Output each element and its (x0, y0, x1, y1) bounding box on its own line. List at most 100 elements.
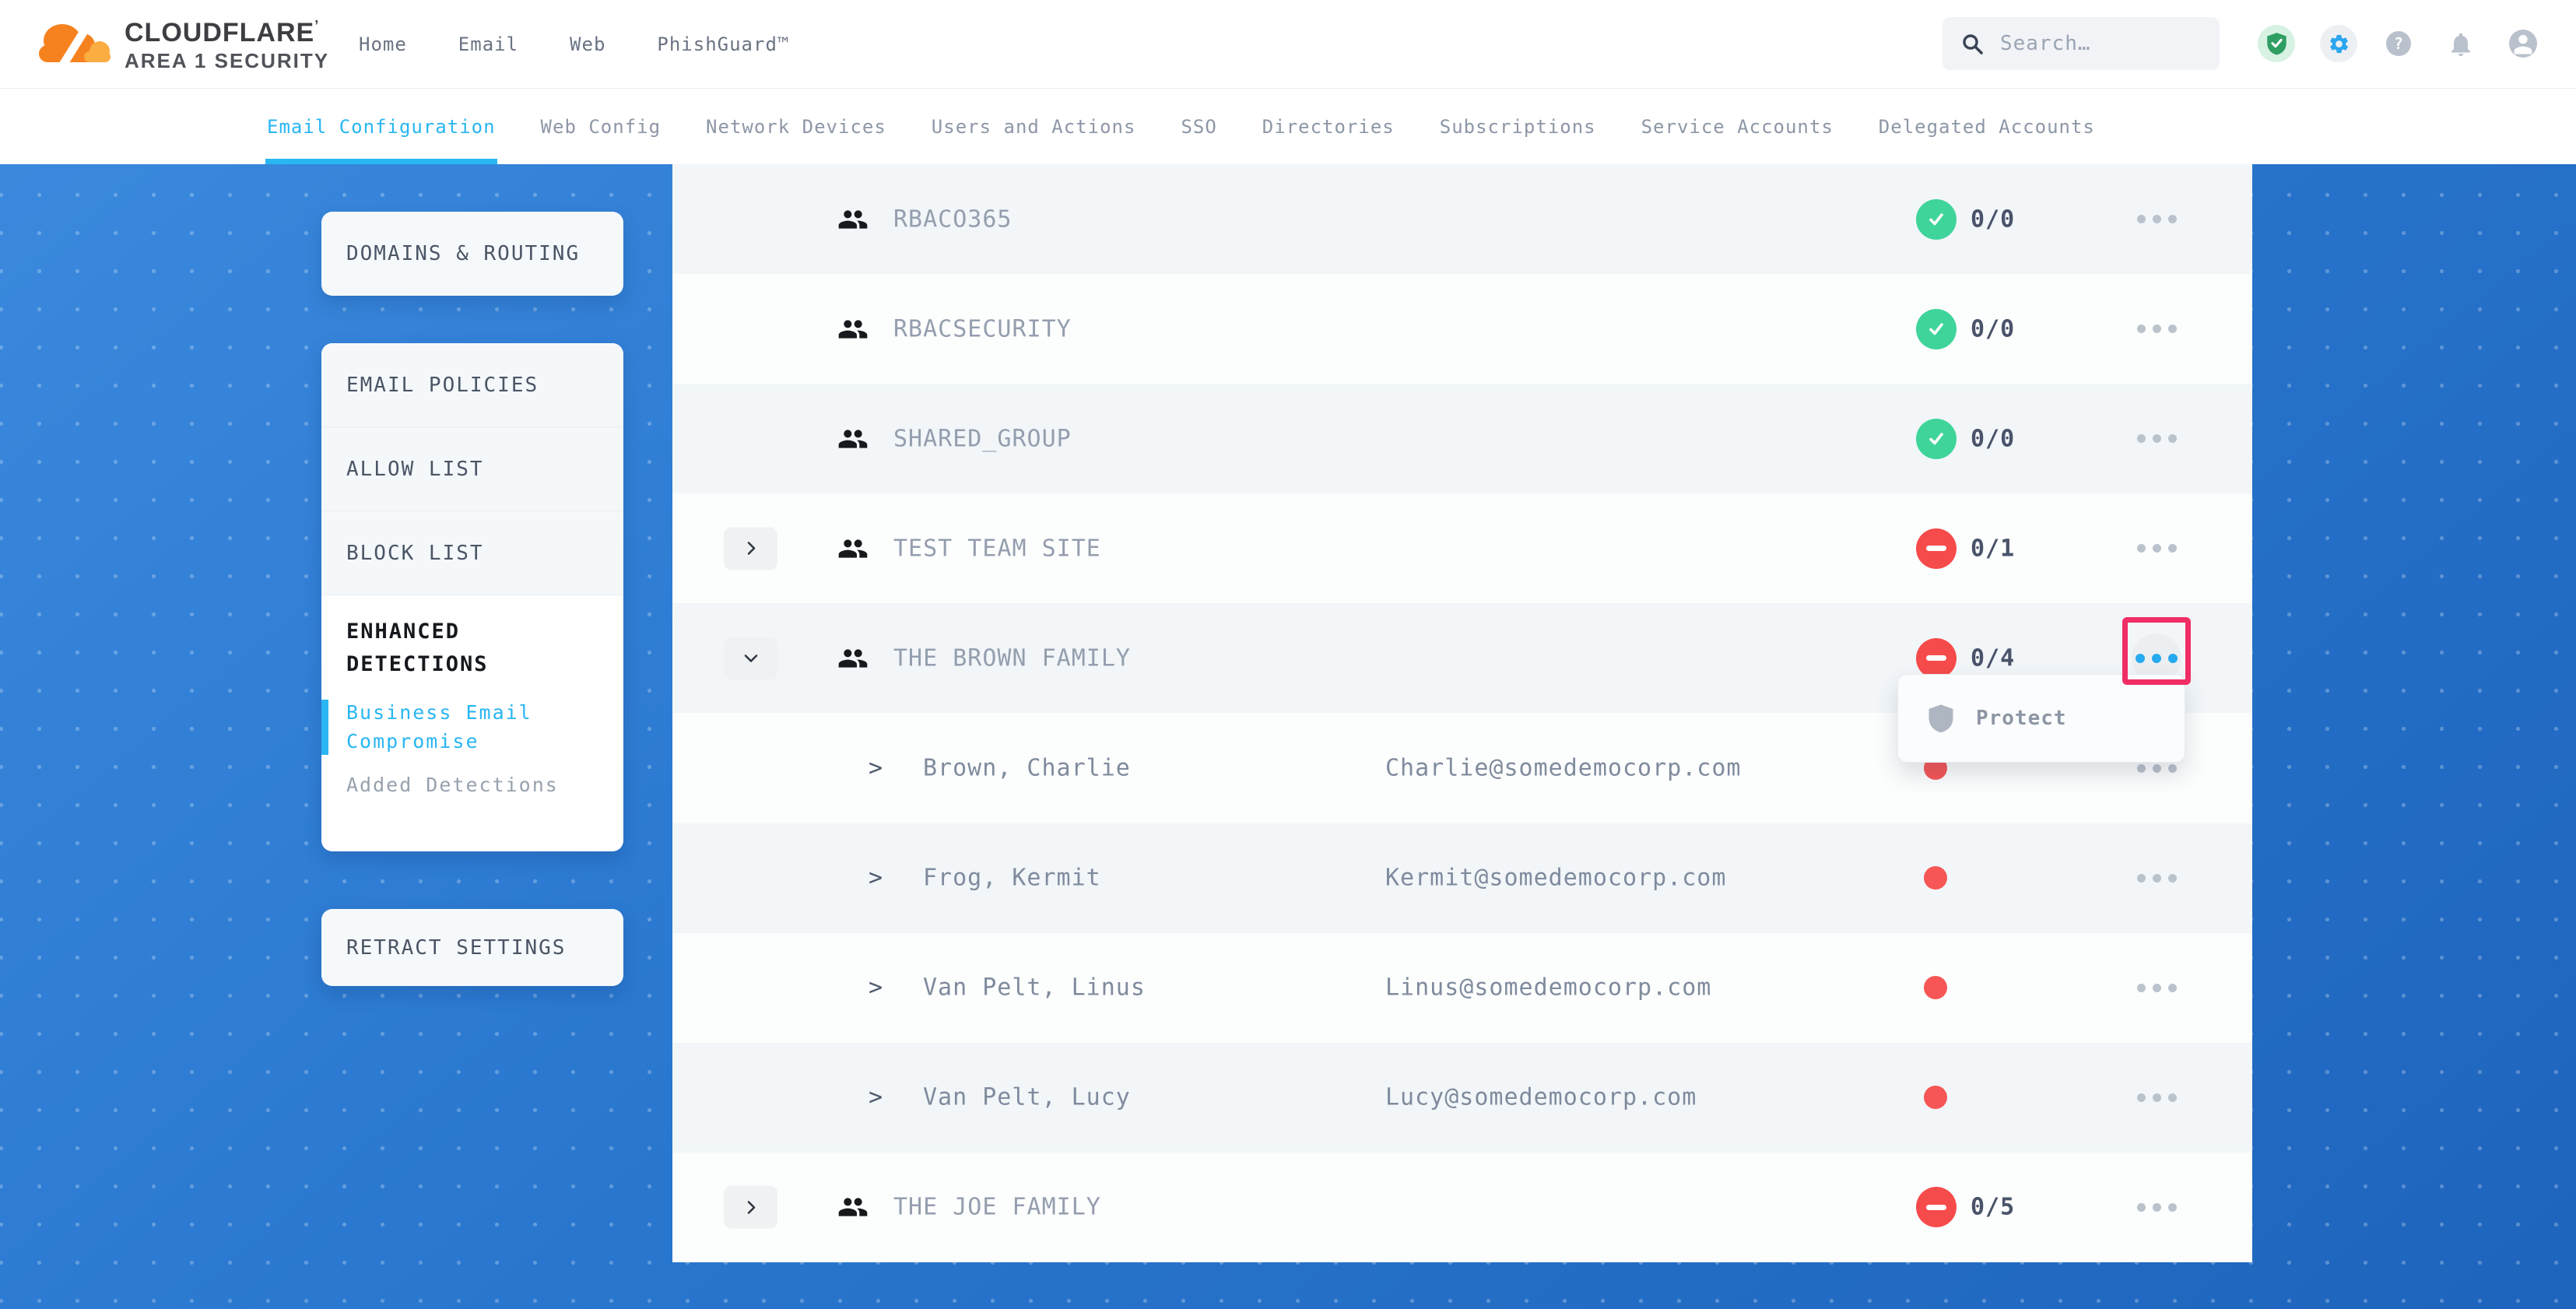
top-nav-item-phishguard[interactable]: PhishGuard™ (657, 33, 789, 55)
user-row-van-pelt-linus[interactable]: > Van Pelt, Linus Linus@somedemocorp.com (672, 933, 2252, 1043)
settings-gear-icon[interactable] (2320, 25, 2357, 62)
status-blocked-dot (1924, 866, 1947, 890)
protection-count: 0/4 (1971, 644, 2015, 672)
cloudflare-logo: CLOUDFLARE’ AREA 1 SECURITY (125, 19, 329, 71)
cloudflare-cloud-logo-icon (31, 17, 115, 72)
sidebar-item-retract-settings[interactable]: RETRACT SETTINGS (321, 909, 623, 986)
tab-directories[interactable]: Directories (1262, 89, 1395, 164)
group-row-test-team-site[interactable]: TEST TEAM SITE 0/1 (672, 493, 2252, 603)
group-name: TEST TEAM SITE (893, 535, 1101, 562)
brand-name: CLOUDFLARE (125, 18, 314, 47)
protection-count: 0/0 (1971, 315, 2015, 342)
tab-network-devices[interactable]: Network Devices (706, 89, 886, 164)
search-input[interactable] (1943, 17, 2220, 70)
row-menu-button[interactable] (2129, 861, 2185, 895)
tab-subscriptions[interactable]: Subscriptions (1440, 89, 1596, 164)
tab-delegated-accounts[interactable]: Delegated Accounts (1879, 89, 2095, 164)
user-email: Linus@somedemocorp.com (1385, 974, 1711, 1002)
group-row-shared-group[interactable]: SHARED_GROUP 0/0 (672, 384, 2252, 493)
row-menu-button[interactable] (2129, 1190, 2185, 1224)
sidebar-item-allow-list[interactable]: ALLOW LIST (321, 427, 623, 511)
chevron-right-icon[interactable]: > (869, 755, 883, 782)
group-icon (837, 314, 869, 345)
status-ok-icon (1916, 419, 1957, 459)
secondary-nav-bar: Email Configuration Web Config Network Dev… (0, 89, 2576, 164)
user-email: Kermit@somedemocorp.com (1385, 865, 1726, 892)
status-ok-icon (1916, 199, 1957, 240)
tabs: Email Configuration Web Config Network Dev… (267, 89, 2095, 164)
top-nav-item-email[interactable]: Email (458, 33, 518, 55)
tab-web-config[interactable]: Web Config (541, 89, 662, 164)
group-icon (837, 643, 869, 674)
tab-service-accounts[interactable]: Service Accounts (1641, 89, 1834, 164)
chevron-right-icon[interactable]: > (869, 974, 883, 1002)
brand-trademark: ’ (314, 18, 319, 33)
sidebar-item-block-list[interactable]: BLOCK LIST (321, 511, 623, 595)
group-row-rbaco365[interactable]: RBACO365 0/0 (672, 164, 2252, 274)
user-row-frog-kermit[interactable]: > Frog, Kermit Kermit@somedemocorp.com (672, 823, 2252, 933)
page-root: CLOUDFLARE’ AREA 1 SECURITY Home Email Web… (0, 0, 2576, 1309)
status-blocked-icon (1916, 528, 1957, 569)
protection-count: 0/0 (1971, 205, 2015, 233)
group-name: RBACSECURITY (893, 315, 1072, 342)
user-email: Charlie@somedemocorp.com (1385, 755, 1741, 782)
menu-item-protect[interactable]: Protect (1976, 707, 2067, 730)
sidebar-policies-card: EMAIL POLICIES ALLOW LIST BLOCK LIST ENHAN… (321, 343, 623, 851)
row-menu-button[interactable] (2129, 422, 2185, 456)
top-nav: Home Email Web PhishGuard™ (359, 0, 789, 88)
group-icon (837, 423, 869, 454)
user-name: Van Pelt, Linus (923, 974, 1146, 1002)
status-blocked-icon (1916, 638, 1957, 679)
row-menu-button[interactable] (2129, 202, 2185, 237)
sidebar-item-domains-routing[interactable]: DOMAINS & ROUTING (321, 212, 623, 296)
top-nav-item-home[interactable]: Home (359, 33, 407, 55)
sidebar-label: RETRACT SETTINGS (346, 936, 566, 960)
user-row-van-pelt-lucy[interactable]: > Van Pelt, Lucy Lucy@somedemocorp.com (672, 1043, 2252, 1153)
sidebar-item-email-policies[interactable]: EMAIL POLICIES (321, 343, 623, 427)
chevron-right-icon[interactable]: > (869, 1084, 883, 1111)
sidebar-subitem-added-detections[interactable]: Added Detections (346, 770, 580, 800)
user-email: Lucy@somedemocorp.com (1385, 1084, 1697, 1111)
expand-button[interactable] (724, 527, 777, 570)
tab-sso[interactable]: SSO (1181, 89, 1216, 164)
tab-users-and-actions[interactable]: Users and Actions (932, 89, 1136, 164)
expand-button[interactable] (724, 1186, 777, 1229)
sidebar-policy-list: EMAIL POLICIES ALLOW LIST BLOCK LIST (321, 343, 623, 595)
tab-email-configuration[interactable]: Email Configuration (267, 89, 496, 164)
user-name: Van Pelt, Lucy (923, 1084, 1131, 1111)
brand-subtitle: AREA 1 SECURITY (125, 51, 329, 71)
row-menu-button[interactable] (2129, 312, 2185, 346)
row-menu-button[interactable] (2129, 970, 2185, 1005)
search-box (1943, 17, 2220, 70)
security-shield-icon[interactable] (2258, 25, 2295, 62)
protection-count: 0/5 (1971, 1194, 2015, 1221)
group-row-the-joe-family[interactable]: THE JOE FAMILY 0/5 (672, 1153, 2252, 1262)
annotation-highlight-box (2122, 617, 2191, 685)
group-icon (837, 533, 869, 564)
enhanced-detections-title: ENHANCED DETECTIONS (346, 616, 580, 681)
group-icon (837, 204, 869, 235)
group-name: THE BROWN FAMILY (893, 644, 1131, 672)
sidebar-label: EMAIL POLICIES (346, 374, 539, 397)
status-ok-icon (1916, 309, 1957, 349)
sidebar-subitem-business-email-compromise[interactable]: Business Email Compromise (346, 698, 580, 756)
group-icon (837, 1191, 869, 1223)
chevron-right-icon (742, 1198, 760, 1216)
sidebar-label: ALLOW LIST (346, 458, 484, 481)
sidebar-item-enhanced-detections[interactable]: ENHANCED DETECTIONS Business Email Compr… (321, 595, 623, 851)
group-name: THE JOE FAMILY (893, 1194, 1101, 1221)
top-nav-item-web[interactable]: Web (570, 33, 605, 55)
status-blocked-dot (1924, 1086, 1947, 1109)
account-avatar-icon[interactable] (2509, 30, 2537, 58)
enhanced-detections-items: Business Email Compromise Added Detection… (346, 698, 598, 800)
row-menu-button[interactable] (2129, 1080, 2185, 1114)
chevron-down-icon (742, 650, 760, 667)
notifications-bell-icon[interactable] (2446, 29, 2476, 60)
expand-button[interactable] (724, 637, 777, 679)
row-menu-button[interactable] (2129, 532, 2185, 566)
protection-count: 0/0 (1971, 425, 2015, 452)
sidebar-label: DOMAINS & ROUTING (346, 242, 580, 265)
chevron-right-icon[interactable]: > (869, 865, 883, 892)
group-row-rbacsecurity[interactable]: RBACSECURITY 0/0 (672, 274, 2252, 384)
help-icon[interactable]: ? (2386, 31, 2411, 56)
